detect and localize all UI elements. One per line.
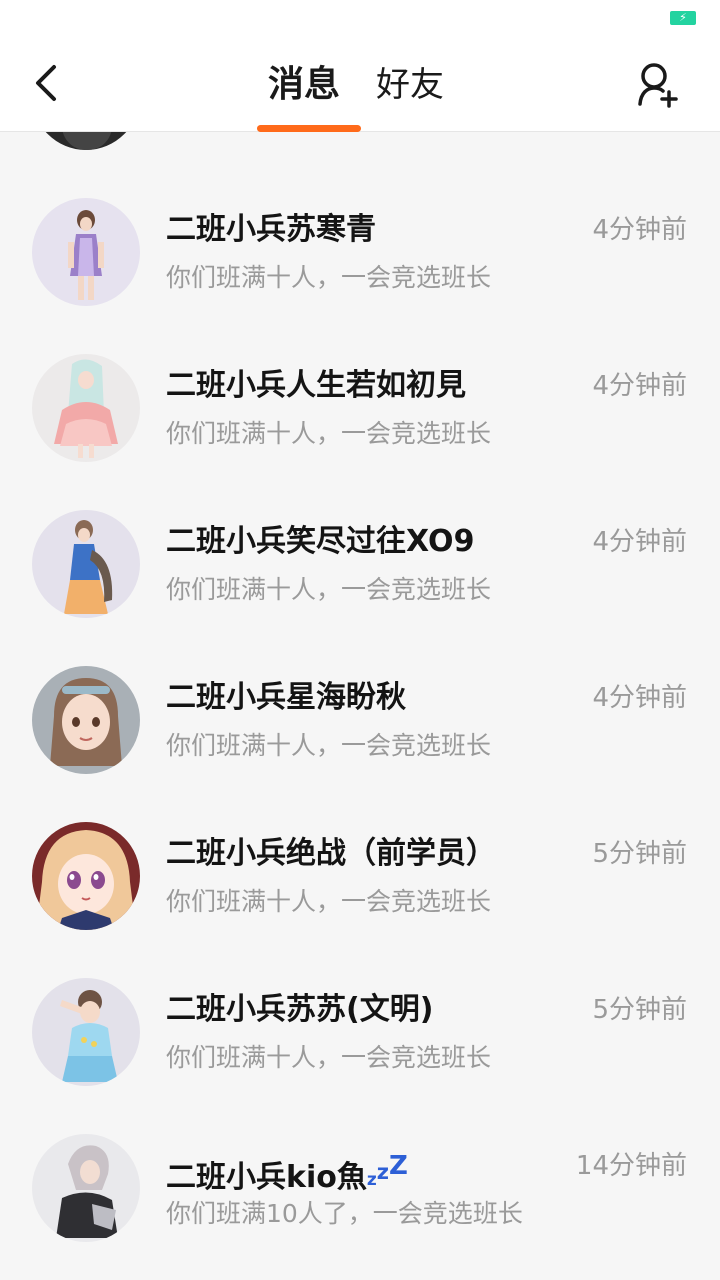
tab-friends[interactable]: 好友 bbox=[376, 58, 444, 112]
message-time: 5分钟前 bbox=[592, 995, 687, 1025]
contact-name: 二班小兵绝战（前学员） bbox=[166, 836, 496, 871]
list-item[interactable]: 二班小兵笑尽过往XO9 4分钟前 你们班满十人，一会竞选班长 bbox=[0, 444, 720, 618]
back-button[interactable] bbox=[24, 58, 68, 108]
list-item[interactable]: 二班小兵苏寒青 4分钟前 你们班满十人，一会竞选班长 bbox=[0, 132, 720, 306]
list-item[interactable]: 二班小兵星海盼秋 4分钟前 你们班满十人，一会竞选班长 bbox=[0, 600, 720, 774]
contact-name: 二班小兵kio魚zzZ bbox=[166, 1144, 408, 1195]
contact-name: 二班小兵笑尽过往XO9 bbox=[166, 524, 475, 559]
avatar bbox=[32, 1134, 140, 1242]
battery-charging-icon: ⚡ bbox=[670, 11, 696, 25]
list-item[interactable]: 二班小兵人生若如初見 4分钟前 你们班满十人，一会竞选班长 bbox=[0, 288, 720, 462]
contact-name: 二班小兵人生若如初見 bbox=[166, 368, 466, 403]
list-item[interactable]: 二班小兵绝战（前学员） 5分钟前 你们班满十人，一会竞选班长 bbox=[0, 756, 720, 930]
sleep-badge: zzZ bbox=[366, 1151, 408, 1190]
status-bar: ⚡ bbox=[0, 0, 720, 36]
header: 消息 好友 bbox=[0, 36, 720, 132]
conversation-list[interactable]: 二班小兵苏寒青 4分钟前 你们班满十人，一会竞选班长 二班小兵人生若如初見 4分… bbox=[0, 132, 720, 1280]
message-time: 4分钟前 bbox=[592, 683, 687, 713]
message-time: 4分钟前 bbox=[592, 371, 687, 401]
message-time: 4分钟前 bbox=[592, 215, 687, 245]
contact-name-text: 二班小兵kio魚 bbox=[166, 1160, 367, 1195]
message-time: 4分钟前 bbox=[592, 527, 687, 557]
add-user-icon bbox=[638, 63, 678, 108]
list-item[interactable]: 二班小兵苏苏(文明) 5分钟前 你们班满十人，一会竞选班长 bbox=[0, 912, 720, 1086]
contact-name: 二班小兵苏苏(文明) bbox=[166, 992, 434, 1027]
message-preview: 你们班满10人了，一会竞选班长 bbox=[166, 1199, 523, 1228]
active-tab-indicator bbox=[257, 125, 361, 132]
message-time: 14分钟前 bbox=[575, 1151, 687, 1181]
contact-name: 二班小兵星海盼秋 bbox=[166, 680, 406, 715]
add-friend-button[interactable] bbox=[634, 60, 684, 110]
tab-messages[interactable]: 消息 bbox=[268, 58, 340, 112]
list-item[interactable]: 二班小兵kio魚zzZ 14分钟前 你们班满10人了，一会竞选班长 bbox=[0, 1068, 720, 1242]
message-time: 5分钟前 bbox=[592, 839, 687, 869]
contact-name: 二班小兵苏寒青 bbox=[166, 212, 376, 247]
chevron-left-icon bbox=[36, 65, 56, 101]
